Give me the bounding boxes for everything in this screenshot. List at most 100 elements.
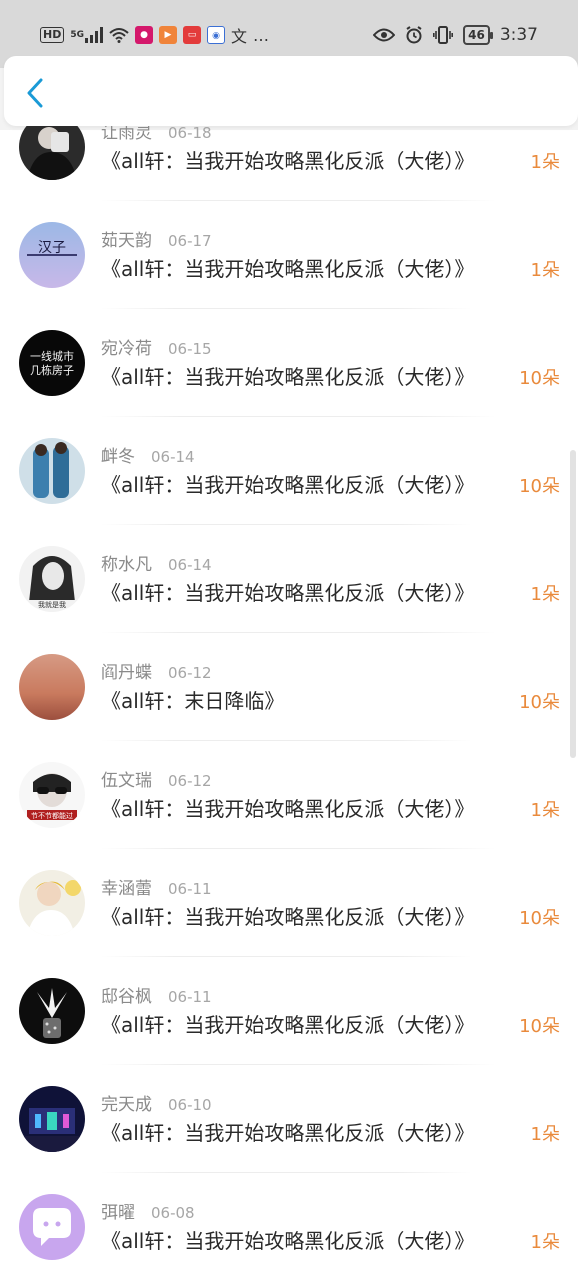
row-divider: [100, 416, 496, 417]
flower-count: 1朵: [530, 260, 560, 281]
scrollbar[interactable]: [570, 450, 576, 758]
avatar[interactable]: [19, 978, 85, 1044]
name-line: 弭曜 06-08: [101, 1198, 195, 1223]
name-line: 邸谷枫 06-11: [101, 982, 212, 1007]
signal-icon: 5G: [70, 27, 103, 43]
book-title: 《all轩：当我开始攻略黑化反派（大佬）》: [101, 365, 475, 389]
user-name: 弭曜: [101, 1203, 135, 1223]
user-name: 阎丹蝶: [101, 663, 152, 683]
wifi-icon: [109, 27, 129, 43]
book-title: 《all轩：当我开始攻略黑化反派（大佬）》: [101, 797, 475, 821]
flower-count: 10朵: [519, 692, 560, 713]
book-title: 《all轩：当我开始攻略黑化反派（大佬）》: [101, 149, 475, 173]
battery-icon: 46: [463, 25, 493, 45]
book-title: 《all轩：当我开始攻略黑化反派（大佬）》: [101, 1013, 475, 1037]
name-line: 幸涵蕾 06-11: [101, 874, 212, 899]
avatar[interactable]: [19, 438, 85, 504]
chevron-left-icon: [27, 78, 43, 108]
list-item[interactable]: 让雨灵 06-18 《all轩：当我开始攻略黑化反派（大佬）》 1朵: [0, 126, 578, 216]
gift-record-list[interactable]: 让雨灵 06-18 《all轩：当我开始攻略黑化反派（大佬）》 1朵 汉子 茹天韵 06-1…: [0, 126, 578, 1280]
book-title: 《all轩：当我开始攻略黑化反派（大佬）》: [101, 905, 475, 929]
name-line: 称水凡 06-14: [101, 550, 212, 575]
flower-count: 10朵: [519, 368, 560, 389]
list-item[interactable]: 衅冬 06-14 《all轩：当我开始攻略黑化反派（大佬）》 10朵: [0, 432, 578, 540]
translate-icon: 文: [231, 27, 248, 46]
gift-date: 06-11: [168, 988, 212, 1006]
list-item[interactable]: 邸谷枫 06-11 《all轩：当我开始攻略黑化反派（大佬）》 10朵: [0, 972, 578, 1080]
gift-date: 06-17: [168, 232, 212, 250]
avatar[interactable]: [19, 126, 85, 180]
list-item[interactable]: 节不节都能过 伍文瑞 06-12 《all轩：当我开始攻略黑化反派（大佬）》 1朵: [0, 756, 578, 864]
flower-count: 1朵: [530, 1232, 560, 1253]
gift-date: 06-15: [168, 340, 212, 358]
book-title: 《all轩：当我开始攻略黑化反派（大佬）》: [101, 1229, 475, 1253]
list-item[interactable]: 阎丹蝶 06-12 《all轩：末日降临》 10朵: [0, 648, 578, 756]
flower-count: 1朵: [530, 152, 560, 173]
gift-date: 06-12: [168, 664, 212, 682]
avatar[interactable]: [19, 1194, 85, 1260]
list-item[interactable]: 弭曜 06-08 《all轩：当我开始攻略黑化反派（大佬）》 1朵: [0, 1188, 578, 1280]
row-divider: [100, 740, 472, 741]
top-nav-bar: [4, 56, 578, 126]
name-line: 让雨灵 06-18: [101, 126, 212, 143]
user-name: 幸涵蕾: [101, 879, 152, 899]
avatar[interactable]: 我就是我: [19, 546, 85, 612]
flower-count: 1朵: [530, 1124, 560, 1145]
row-divider: [100, 956, 472, 957]
name-line: 阎丹蝶 06-12: [101, 658, 212, 683]
network-type-label: 5G: [70, 30, 84, 40]
hd-indicator: HD: [40, 27, 65, 43]
eye-icon: [373, 28, 396, 42]
more-notifications-icon: …: [253, 25, 270, 45]
book-title: 《all轩：当我开始攻略黑化反派（大佬）》: [101, 473, 475, 497]
svg-text:几栋房子: 几栋房子: [30, 363, 74, 377]
svg-text:节不节都能过: 节不节都能过: [31, 811, 73, 820]
avatar[interactable]: 汉子: [19, 222, 85, 288]
avatar[interactable]: 节不节都能过: [19, 762, 85, 828]
app-video-icon: ▶: [159, 26, 177, 44]
row-divider: [100, 200, 496, 201]
name-line: 完天成 06-10: [101, 1090, 212, 1115]
back-button[interactable]: [20, 76, 50, 110]
list-item[interactable]: 完天成 06-10 《all轩：当我开始攻略黑化反派（大佬）》 1朵: [0, 1080, 578, 1188]
book-title: 《all轩：末日降临》: [101, 689, 285, 713]
gift-date: 06-08: [151, 1204, 195, 1222]
gift-date: 06-11: [168, 880, 212, 898]
book-title: 《all轩：当我开始攻略黑化反派（大佬）》: [101, 1121, 475, 1145]
gift-date: 06-14: [168, 556, 212, 574]
list-item[interactable]: 我就是我 称水凡 06-14 《all轩：当我开始攻略黑化反派（大佬）》 1朵: [0, 540, 578, 648]
flower-count: 10朵: [519, 476, 560, 497]
list-item[interactable]: 一线城市 几栋房子 宛冷荷 06-15 《all轩：当我开始攻略黑化反派（大佬）》 10朵: [0, 324, 578, 432]
name-line: 宛冷荷 06-15: [101, 334, 212, 359]
book-title: 《all轩：当我开始攻略黑化反派（大佬）》: [101, 257, 475, 281]
gift-date: 06-10: [168, 1096, 212, 1114]
vibrate-icon: [433, 26, 454, 44]
row-divider: [100, 848, 496, 849]
avatar[interactable]: [19, 870, 85, 936]
svg-text:汉子: 汉子: [38, 240, 66, 256]
status-left-indicators: HD 5G ● ▶ ▭ ◉ 文 …: [40, 22, 269, 48]
user-name: 伍文瑞: [101, 771, 152, 791]
user-name: 衅冬: [101, 447, 135, 467]
app-baidu-icon: ◉: [207, 26, 225, 44]
row-divider: [100, 632, 496, 633]
avatar[interactable]: [19, 1086, 85, 1152]
gift-date: 06-12: [168, 772, 212, 790]
svg-text:我就是我: 我就是我: [38, 600, 66, 609]
book-title: 《all轩：当我开始攻略黑化反派（大佬）》: [101, 581, 475, 605]
user-name: 让雨灵: [101, 126, 152, 143]
gift-date: 06-18: [168, 126, 212, 142]
alarm-icon: [405, 26, 423, 44]
gift-date: 06-14: [151, 448, 195, 466]
list-item[interactable]: 幸涵蕾 06-11 《all轩：当我开始攻略黑化反派（大佬）》 10朵: [0, 864, 578, 972]
app-badge-icon: ●: [135, 26, 153, 44]
row-divider: [100, 308, 472, 309]
avatar[interactable]: [19, 654, 85, 720]
flower-count: 10朵: [519, 1016, 560, 1037]
status-right-indicators: 46 3:37: [373, 22, 538, 48]
row-divider: [100, 1064, 496, 1065]
list-item[interactable]: 汉子 茹天韵 06-17 《all轩：当我开始攻略黑化反派（大佬）》 1朵: [0, 216, 578, 324]
flower-count: 10朵: [519, 908, 560, 929]
name-line: 伍文瑞 06-12: [101, 766, 212, 791]
avatar[interactable]: 一线城市 几栋房子: [19, 330, 85, 396]
